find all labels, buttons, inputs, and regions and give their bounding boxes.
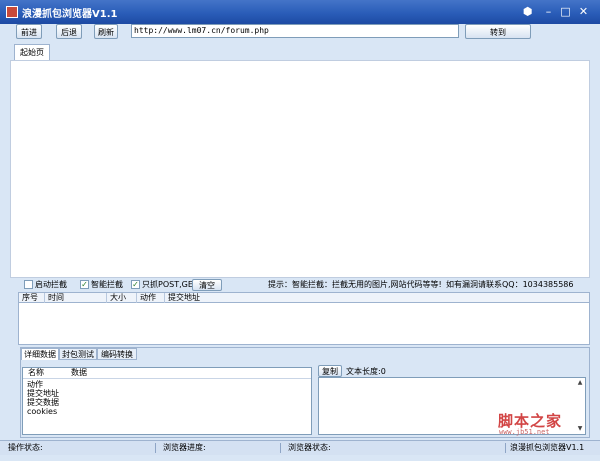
shield-icon[interactable]: ⬢ <box>520 5 535 19</box>
watermark-url: www.jb51.net <box>499 428 550 436</box>
maximize-button[interactable]: □ <box>558 5 573 19</box>
status-bar: 操作状态: 浏览器进度: 浏览器状态: 浪漫抓包浏览器V1.1 <box>0 440 600 455</box>
smart-intercept-label: 智能拦截 <box>91 280 123 289</box>
close-button[interactable]: ✕ <box>576 5 591 19</box>
packet-grid-header: 序号 时间 大小 动作 提交地址 <box>18 292 590 303</box>
start-intercept-label: 启动拦截 <box>35 280 67 289</box>
list-item[interactable]: 提交地址 <box>27 389 59 398</box>
contact-info: 如有漏洞请联系QQ：1034385586 <box>446 280 574 289</box>
forward-button[interactable]: 后退 <box>56 24 82 39</box>
column-header-index[interactable]: 序号 <box>19 293 45 303</box>
status-divider <box>280 443 281 453</box>
options-bar: 启动拦截 ✓ 智能拦截 ✓ 只抓POST,GET 清空 提示：智能拦截：拦截无用… <box>10 279 590 292</box>
scroll-down-icon[interactable]: ▼ <box>576 425 584 433</box>
app-icon <box>6 6 18 18</box>
go-button[interactable]: 转到 <box>465 24 531 39</box>
column-header-action[interactable]: 动作 <box>137 293 165 303</box>
back-button[interactable]: 前进 <box>16 24 42 39</box>
text-length: 文本长度:0 <box>346 367 386 376</box>
only-post-get-label: 只抓POST,GET <box>142 280 198 289</box>
column-header-size[interactable]: 大小 <box>107 293 137 303</box>
browser-state: 浏览器状态: <box>288 443 331 452</box>
url-input[interactable]: http://www.lm07.cn/forum.php <box>131 24 459 38</box>
column-header-data[interactable]: 数据 <box>71 368 87 377</box>
column-header-url[interactable]: 提交地址 <box>165 293 589 303</box>
tab-home[interactable]: 起始页 <box>14 44 50 60</box>
tab-packet-test[interactable]: 封包测试 <box>59 348 97 360</box>
browser-tabstrip: 起始页 <box>10 44 590 60</box>
tab-encoding[interactable]: 编码转换 <box>97 348 137 360</box>
clear-button[interactable]: 清空 <box>192 279 222 291</box>
tab-detail-data[interactable]: 详细数据 <box>21 348 59 360</box>
only-post-get-checkbox[interactable]: ✓ <box>131 280 140 289</box>
detail-list-header: 名称 数据 <box>23 368 311 379</box>
refresh-button[interactable]: 刷新 <box>94 24 118 39</box>
list-item[interactable]: 动作 <box>27 380 43 389</box>
browser-view[interactable] <box>10 60 590 278</box>
intercept-tip: 提示：智能拦截：拦截无用的图片,网站代码等等! <box>268 280 442 289</box>
list-item[interactable]: cookies <box>27 407 57 416</box>
start-intercept-checkbox[interactable] <box>24 280 33 289</box>
title-bar[interactable]: 浪漫抓包浏览器V1.1 ⬢ – □ ✕ <box>0 0 600 24</box>
column-header-time[interactable]: 时间 <box>45 293 107 303</box>
status-divider <box>505 443 506 453</box>
list-item[interactable]: 提交数据 <box>27 398 59 407</box>
window-title: 浪漫抓包浏览器V1.1 <box>22 9 118 20</box>
status-divider <box>155 443 156 453</box>
column-header-name[interactable]: 名称 <box>28 368 44 377</box>
browser-progress: 浏览器进度: <box>163 443 206 452</box>
smart-intercept-checkbox[interactable]: ✓ <box>80 280 89 289</box>
copy-button[interactable]: 复制 <box>318 365 342 377</box>
operation-status: 操作状态: <box>8 443 43 452</box>
packet-grid[interactable] <box>18 303 590 345</box>
scroll-up-icon[interactable]: ▲ <box>576 379 584 387</box>
minimize-button[interactable]: – <box>541 5 556 19</box>
status-app-name: 浪漫抓包浏览器V1.1 <box>510 443 585 452</box>
detail-list[interactable]: 名称 数据 动作 提交地址 提交数据 cookies <box>22 367 312 435</box>
app-window: 浪漫抓包浏览器V1.1 ⬢ – □ ✕ 前进 后退 刷新 http://www.… <box>0 0 600 461</box>
